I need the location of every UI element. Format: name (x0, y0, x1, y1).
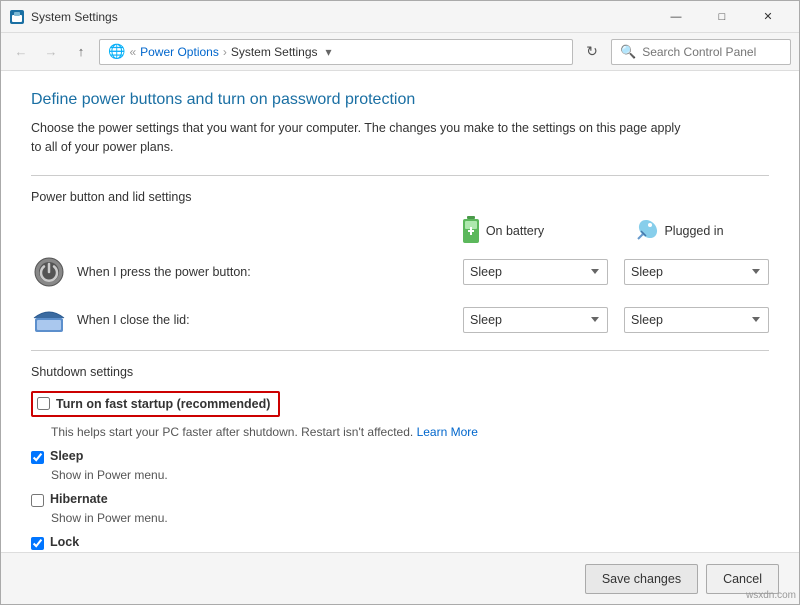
sleep-label[interactable]: Sleep (50, 449, 83, 463)
col-header-battery: On battery (423, 216, 583, 246)
lid-plugged-dropdown[interactable]: Sleep Do nothing Hibernate Shut down Tur… (624, 307, 769, 333)
power-battery-dropdown[interactable]: Sleep Do nothing Hibernate Shut down Tur… (463, 259, 608, 285)
title-bar: System Settings — □ ✕ (1, 1, 799, 33)
system-settings-window: System Settings — □ ✕ ← → ↑ 🌐 « Power Op… (0, 0, 800, 605)
breadcrumb-separator-1: « (129, 45, 136, 59)
sleep-row: Sleep (31, 449, 769, 464)
breadcrumb-parent[interactable]: Power Options (140, 45, 219, 59)
address-bar: ← → ↑ 🌐 « Power Options › System Setting… (1, 33, 799, 71)
window-title: System Settings (31, 10, 653, 24)
fast-startup-row: Turn on fast startup (recommended) (31, 391, 769, 421)
lock-label[interactable]: Lock (50, 535, 79, 549)
lock-checkbox[interactable] (31, 537, 44, 550)
page-description: Choose the power settings that you want … (31, 119, 691, 157)
fast-startup-highlight-box: Turn on fast startup (recommended) (31, 391, 280, 417)
close-button[interactable]: ✕ (745, 1, 791, 33)
lid-label: When I close the lid: (77, 313, 463, 327)
hibernate-description: Show in Power menu. (51, 511, 769, 525)
main-content: Define power buttons and turn on passwor… (1, 71, 799, 552)
plugged-in-icon (634, 219, 658, 243)
shutdown-section-label: Shutdown settings (31, 365, 769, 379)
search-input[interactable] (642, 45, 797, 59)
lid-battery-dropdown[interactable]: Sleep Do nothing Hibernate Shut down Tur… (463, 307, 608, 333)
fast-startup-description: This helps start your PC faster after sh… (51, 425, 769, 439)
col-header-plugged: Plugged in (599, 216, 759, 246)
sleep-checkbox[interactable] (31, 451, 44, 464)
col-plugged-label: Plugged in (664, 224, 723, 238)
refresh-button[interactable]: ↻ (579, 39, 605, 65)
watermark: wsxdn.com (746, 590, 796, 601)
cancel-button[interactable]: Cancel (706, 564, 779, 594)
save-changes-button[interactable]: Save changes (585, 564, 698, 594)
lid-row: When I close the lid: Sleep Do nothing H… (31, 302, 769, 338)
col-battery-label: On battery (486, 224, 544, 238)
page-title: Define power buttons and turn on passwor… (31, 91, 769, 109)
footer: Save changes Cancel (1, 552, 799, 604)
lid-icon (31, 302, 67, 338)
search-icon: 🔍 (620, 44, 636, 60)
power-button-label: When I press the power button: (77, 265, 463, 279)
battery-icon (462, 216, 480, 246)
power-button-row: When I press the power button: Sleep Do … (31, 254, 769, 290)
power-lid-section-label: Power button and lid settings (31, 190, 769, 204)
back-button[interactable]: ← (9, 40, 33, 64)
divider-2 (31, 350, 769, 351)
divider-1 (31, 175, 769, 176)
learn-more-link[interactable]: Learn More (417, 425, 478, 439)
up-button[interactable]: ↑ (69, 40, 93, 64)
lock-row: Lock (31, 535, 769, 550)
hibernate-row: Hibernate (31, 492, 769, 507)
breadcrumb-root-icon: 🌐 (108, 43, 125, 60)
lid-dropdowns: Sleep Do nothing Hibernate Shut down Tur… (463, 307, 769, 333)
maximize-button[interactable]: □ (699, 1, 745, 33)
column-headers: On battery Plugged in (31, 216, 769, 246)
minimize-button[interactable]: — (653, 1, 699, 33)
breadcrumb-bar: 🌐 « Power Options › System Settings ▾ (99, 39, 573, 65)
breadcrumb-dropdown-arrow[interactable]: ▾ (326, 45, 332, 59)
search-box: 🔍 (611, 39, 791, 65)
hibernate-checkbox[interactable] (31, 494, 44, 507)
power-button-icon (31, 254, 67, 290)
sleep-description: Show in Power menu. (51, 468, 769, 482)
window-controls: — □ ✕ (653, 1, 791, 33)
fast-startup-checkbox[interactable] (37, 397, 50, 410)
power-button-dropdowns: Sleep Do nothing Hibernate Shut down Tur… (463, 259, 769, 285)
shutdown-section: Shutdown settings Turn on fast startup (… (31, 365, 769, 553)
forward-button[interactable]: → (39, 40, 63, 64)
laptop-lid-icon (33, 306, 65, 334)
hibernate-label[interactable]: Hibernate (50, 492, 108, 506)
breadcrumb-current: System Settings (231, 45, 318, 59)
window-icon (9, 9, 25, 25)
breadcrumb-separator-2: › (223, 45, 227, 59)
power-plugged-dropdown[interactable]: Sleep Do nothing Hibernate Shut down Tur… (624, 259, 769, 285)
power-icon (34, 257, 64, 287)
fast-startup-label[interactable]: Turn on fast startup (recommended) (56, 397, 270, 411)
